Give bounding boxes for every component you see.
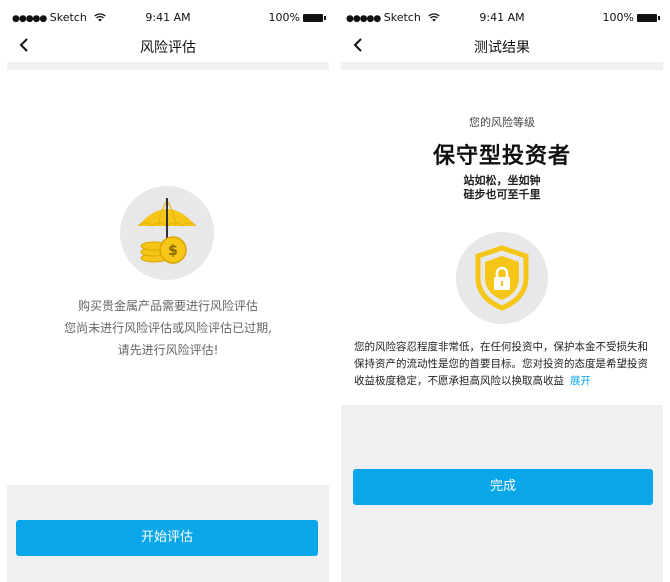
message-line-3: 请先进行风险评估! [117,343,219,357]
test-result-screen: ●●●●● Sketch 9:41 AM 100% 测试结果 您的风险等级 保守… [341,0,663,582]
start-assessment-button[interactable]: 开始评估 [16,520,318,556]
nav-bar: 测试结果 [341,36,663,62]
shield-lock-icon [456,232,548,324]
battery-icon [303,14,326,22]
umbrella-coins-icon: $ [120,186,214,280]
battery-percent: 100% [602,11,634,24]
battery: 100% [602,11,660,24]
svg-text:$: $ [168,243,178,259]
page-title: 测试结果 [474,40,530,56]
battery-percent: 100% [268,11,300,24]
motto-line-2: 硅步也可至千里 [463,188,541,201]
done-button[interactable]: 完成 [353,469,653,505]
battery: 100% [268,11,326,24]
divider-strip [341,62,663,70]
divider-strip [7,62,329,70]
risk-assessment-screen: ●●●●● Sketch 9:41 AM 100% 风险评估 $ 购买贵金属产品… [7,0,329,582]
risk-description-text: 您的风险容忍程度非常低，在任何投资中，保护本金不受损失和保持资产的流动性是您的首… [354,341,648,387]
page-title: 风险评估 [140,40,196,56]
nav-bar: 风险评估 [7,36,329,62]
status-bar: ●●●●● Sketch 9:41 AM 100% [7,0,329,36]
status-bar: ●●●●● Sketch 9:41 AM 100% [341,0,663,36]
message-line-2: 您尚未进行风险评估或风险评估已过期, [64,321,272,335]
risk-level-label: 您的风险等级 [469,116,535,129]
expand-link[interactable]: 展开 [570,375,591,387]
message-line-1: 购买贵金属产品需要进行风险评估 [77,299,258,313]
risk-description: 您的风险容忍程度非常低，在任何投资中，保护本金不受损失和保持资产的流动性是您的首… [354,339,652,390]
battery-icon [637,14,660,22]
risk-level-value: 保守型投资者 [432,144,571,169]
